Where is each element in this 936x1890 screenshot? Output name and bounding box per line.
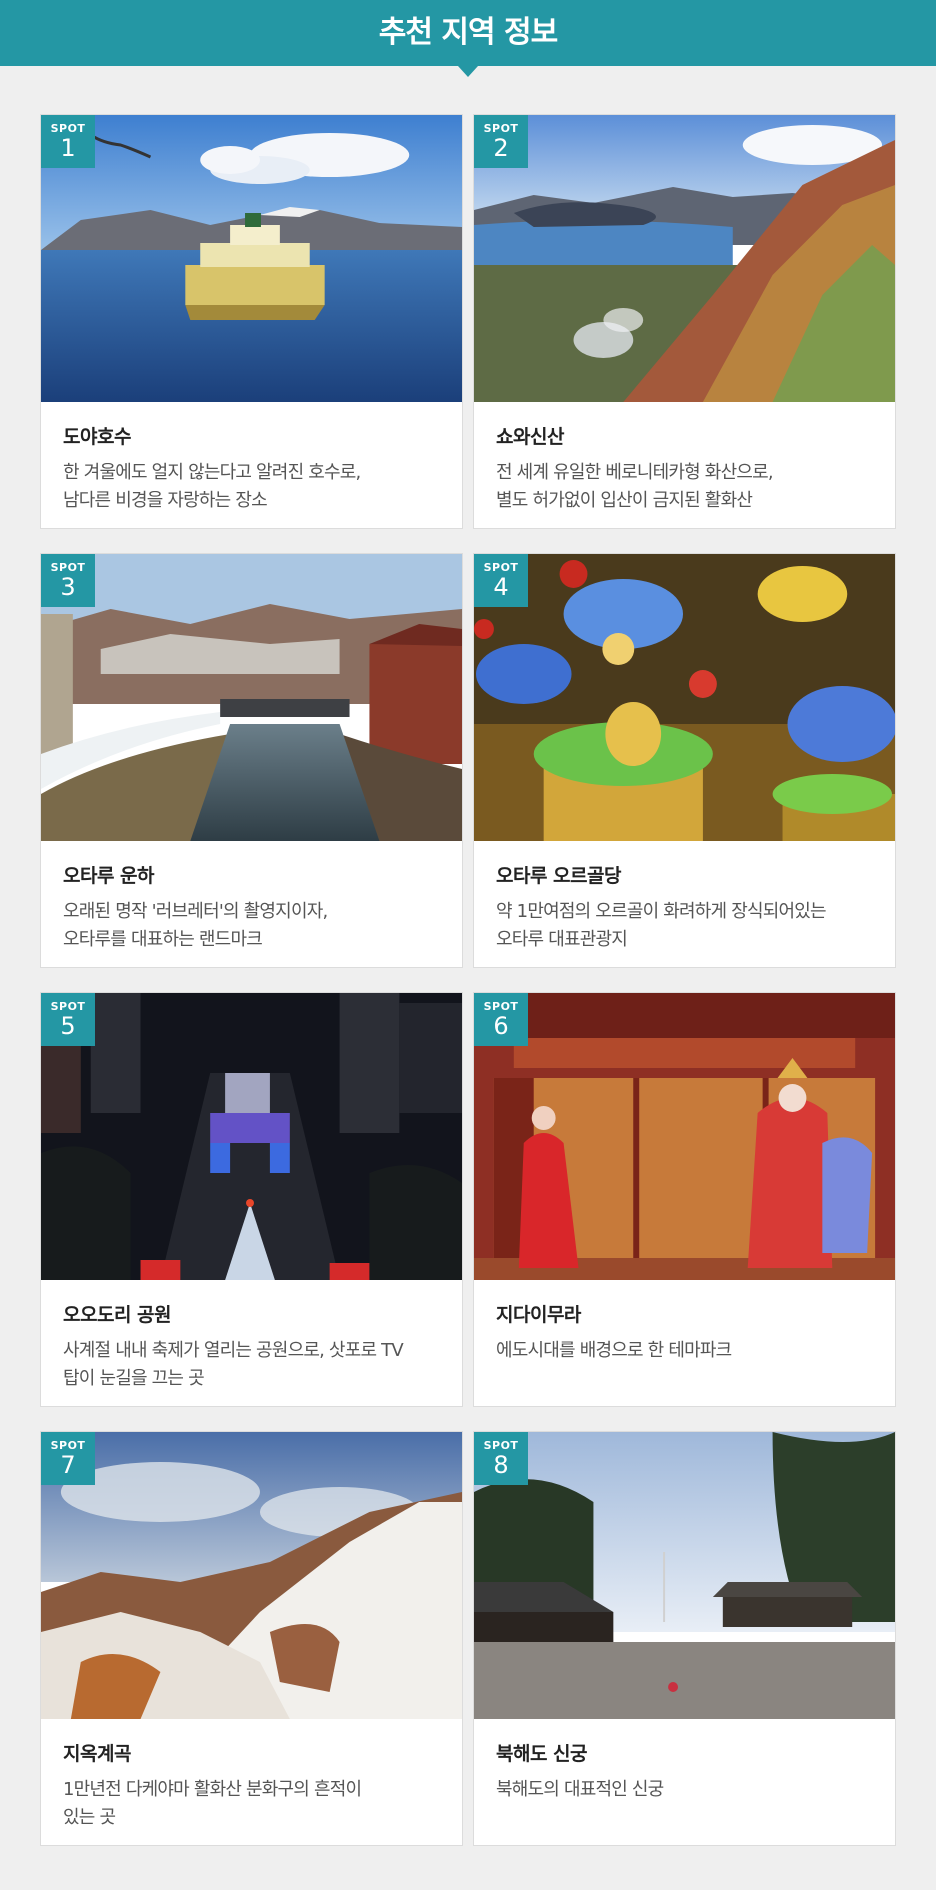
spot-card-8[interactable]: SPOT 8 북해도 신궁 북해도의 대표적인 신궁 bbox=[473, 1431, 896, 1846]
spot-badge-7: SPOT 7 bbox=[41, 1432, 95, 1485]
page-title: 추천 지역 정보 bbox=[378, 15, 559, 50]
spot-photo-hokkaido-shrine: SPOT 8 bbox=[474, 1432, 895, 1719]
spot-description: 전 세계 유일한 베로니테카형 화산으로, 별도 허가없이 입산이 금지된 활화… bbox=[496, 462, 774, 511]
spot-badge-4: SPOT 4 bbox=[474, 554, 528, 607]
spot-badge-5: SPOT 5 bbox=[41, 993, 95, 1046]
spot-card-7[interactable]: SPOT 7 지옥계곡 1만년전 다케야마 활화산 분화구의 흔적이 있는 곳 bbox=[40, 1431, 463, 1846]
spot-card-6[interactable]: SPOT 6 지다이무라 에도시대를 배경으로 한 테마파크 bbox=[473, 992, 896, 1407]
spot-grid: SPOT 1 도야호수 한 겨울에도 얼지 않는다고 알려진 호수로, 남다른 … bbox=[40, 114, 896, 1846]
spot-description: 오래된 명작 '러브레터'의 촬영지이자, 오타루를 대표하는 랜드마크 bbox=[63, 901, 328, 950]
spot-photo-lake-toya: SPOT 1 bbox=[41, 115, 462, 402]
spot-photo-showa-shinzan: SPOT 2 bbox=[474, 115, 895, 402]
spot-description: 사계절 내내 축제가 열리는 공원으로, 삿포로 TV 탑이 눈길을 끄는 곳 bbox=[63, 1340, 404, 1389]
spot-title: 쇼와신산 bbox=[496, 426, 564, 448]
spot-card-2[interactable]: SPOT 2 쇼와신산 전 세계 유일한 베로니테카형 화산으로, 별도 허가없… bbox=[473, 114, 896, 529]
spot-title: 북해도 신궁 bbox=[496, 1743, 588, 1765]
spot-card-1[interactable]: SPOT 1 도야호수 한 겨울에도 얼지 않는다고 알려진 호수로, 남다른 … bbox=[40, 114, 463, 529]
spot-badge-1: SPOT 1 bbox=[41, 115, 95, 168]
spot-title: 오타루 오르골당 bbox=[496, 865, 621, 887]
spot-title: 도야호수 bbox=[63, 426, 131, 448]
spot-card-3[interactable]: SPOT 3 오타루 운하 오래된 명작 '러브레터'의 촬영지이자, 오타루를… bbox=[40, 553, 463, 968]
spot-title: 지옥계곡 bbox=[63, 1743, 131, 1765]
spot-card-5[interactable]: SPOT 5 오오도리 공원 사계절 내내 축제가 열리는 공원으로, 삿포로 … bbox=[40, 992, 463, 1407]
spot-badge-3: SPOT 3 bbox=[41, 554, 95, 607]
spot-photo-music-box: SPOT 4 bbox=[474, 554, 895, 841]
spot-description: 에도시대를 배경으로 한 테마파크 bbox=[496, 1340, 732, 1361]
spot-badge-2: SPOT 2 bbox=[474, 115, 528, 168]
spot-photo-otaru-canal: SPOT 3 bbox=[41, 554, 462, 841]
spot-description: 1만년전 다케야마 활화산 분화구의 흔적이 있는 곳 bbox=[63, 1779, 362, 1828]
page-header: 추천 지역 정보 bbox=[0, 0, 936, 77]
header-pointer bbox=[458, 66, 478, 77]
spot-description: 한 겨울에도 얼지 않는다고 알려진 호수로, 남다른 비경을 자랑하는 장소 bbox=[63, 462, 361, 511]
spot-badge-6: SPOT 6 bbox=[474, 993, 528, 1046]
spot-photo-jidaimura: SPOT 6 bbox=[474, 993, 895, 1280]
spot-card-4[interactable]: SPOT 4 오타루 오르골당 약 1만여점의 오르골이 화려하게 장식되어있는… bbox=[473, 553, 896, 968]
spot-photo-odori-park: SPOT 5 bbox=[41, 993, 462, 1280]
spot-title: 지다이무라 bbox=[496, 1304, 581, 1326]
spot-photo-hell-valley: SPOT 7 bbox=[41, 1432, 462, 1719]
spot-description: 약 1만여점의 오르골이 화려하게 장식되어있는 오타루 대표관광지 bbox=[496, 901, 827, 950]
spot-title: 오타루 운하 bbox=[63, 865, 155, 887]
spot-description: 북해도의 대표적인 신궁 bbox=[496, 1779, 664, 1800]
spot-badge-8: SPOT 8 bbox=[474, 1432, 528, 1485]
spot-title: 오오도리 공원 bbox=[63, 1304, 172, 1326]
